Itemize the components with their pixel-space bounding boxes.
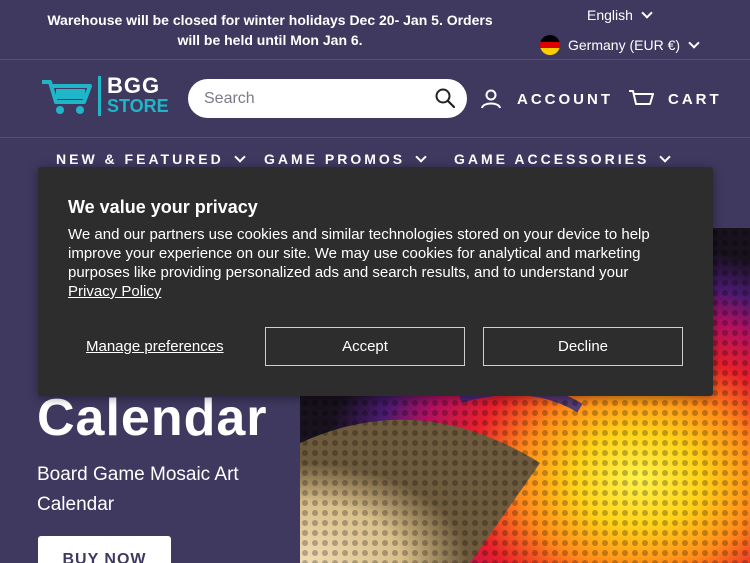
search-box	[188, 79, 467, 118]
currency-selector[interactable]: Germany (EUR €)	[540, 35, 700, 55]
chevron-down-icon	[641, 7, 653, 19]
chevron-down-icon	[234, 151, 246, 163]
chevron-down-icon	[659, 151, 671, 163]
user-icon	[481, 89, 501, 109]
cart-icon	[629, 90, 654, 105]
nav-item-label: GAME ACCESSORIES	[454, 151, 650, 167]
account-label: ACCOUNT	[517, 90, 613, 108]
cookie-banner-body: We and our partners use cookies and simi…	[68, 226, 650, 281]
cart-link[interactable]: CART	[628, 89, 722, 109]
announcement-text: Warehouse will be closed for winter holi…	[30, 10, 510, 50]
logo-text: BGG STORE	[98, 73, 169, 116]
language-label: English	[587, 7, 633, 23]
currency-label: Germany (EUR €)	[568, 37, 681, 53]
cookie-consent-banner: We value your privacy We and our partner…	[38, 167, 713, 396]
announcement-bar: Warehouse will be closed for winter holi…	[0, 0, 750, 60]
manage-preferences-link[interactable]: Manage preferences	[86, 338, 224, 355]
shopping-cart-logo-icon	[42, 80, 92, 114]
cookie-banner-title: We value your privacy	[68, 197, 258, 217]
announcement-line-1: Warehouse will be closed for winter holi…	[47, 12, 493, 28]
cookie-banner-text: We and our partners use cookies and simi…	[68, 225, 688, 301]
language-selector[interactable]: English	[587, 7, 653, 23]
logo-line-1: BGG	[107, 73, 161, 98]
nav-item-label: GAME PROMOS	[264, 151, 406, 167]
privacy-policy-link[interactable]: Privacy Policy	[68, 283, 161, 300]
logo-line-2: STORE	[107, 96, 169, 116]
buy-now-button[interactable]: BUY NOW	[38, 536, 171, 563]
nav-item-label: NEW & FEATURED	[56, 151, 224, 167]
chevron-down-icon	[415, 151, 427, 163]
store-logo[interactable]: BGG STORE	[40, 73, 169, 116]
nav-item-game-promos[interactable]: GAME PROMOS	[264, 151, 427, 167]
nav-item-game-accessories[interactable]: GAME ACCESSORIES	[454, 151, 671, 167]
search-input[interactable]	[188, 79, 428, 118]
chevron-down-icon	[688, 37, 700, 49]
hero-title: Calendar	[37, 389, 268, 447]
site-header: BGG STORE ACCOUNT CART	[0, 60, 750, 138]
cart-label: CART	[668, 90, 722, 108]
accept-button[interactable]: Accept	[265, 327, 465, 366]
hero-subtitle: Board Game Mosaic Art Calendar	[37, 464, 239, 515]
nav-item-new-featured[interactable]: NEW & FEATURED	[56, 151, 246, 167]
decline-button[interactable]: Decline	[483, 327, 683, 366]
account-link[interactable]: ACCOUNT	[481, 89, 613, 109]
germany-flag-icon	[540, 35, 560, 55]
search-icon[interactable]	[435, 88, 456, 113]
announcement-line-2: will be held until Mon Jan 6.	[177, 32, 363, 48]
